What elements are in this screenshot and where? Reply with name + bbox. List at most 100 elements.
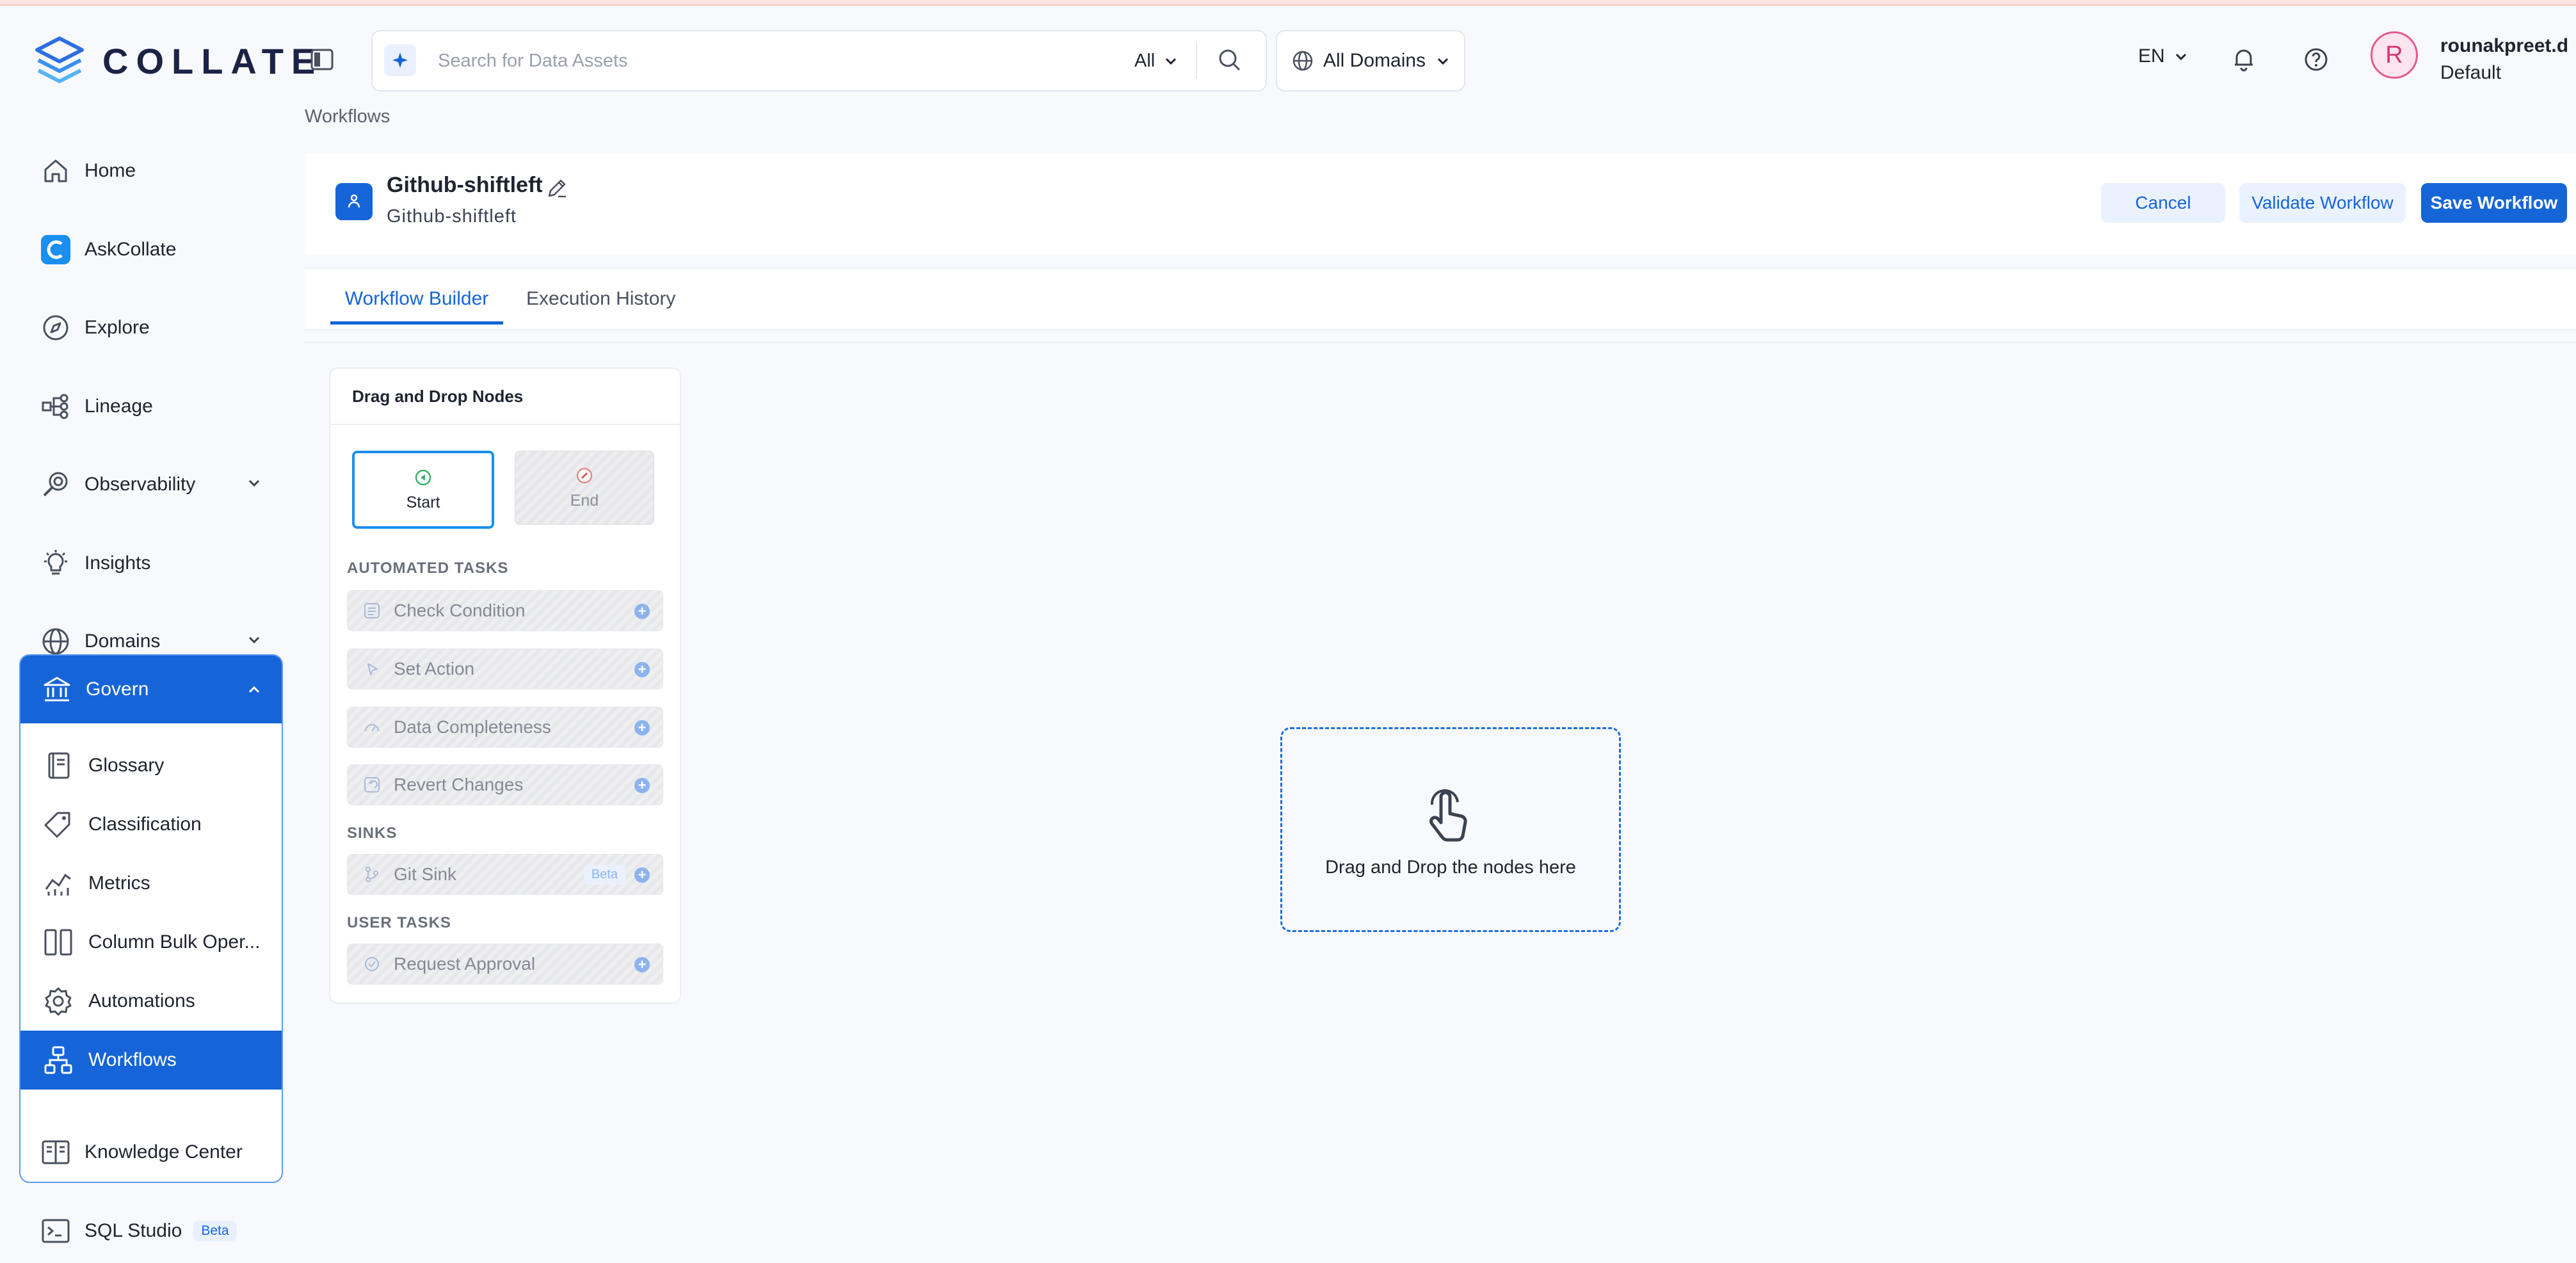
sidebar-item-govern[interactable]: Govern [20, 656, 282, 723]
tab-execution-history[interactable]: Execution History [526, 269, 675, 329]
knowledge-book-icon [37, 1134, 74, 1171]
ai-sparkle-icon[interactable] [384, 44, 416, 76]
add-plus-icon[interactable]: + [634, 604, 650, 619]
language-label: EN [2138, 45, 2165, 67]
edit-pencil-icon[interactable] [545, 177, 568, 200]
sidebar-item-home[interactable]: Home [19, 139, 282, 203]
drop-zone[interactable]: Drag and Drop the nodes here [1280, 727, 1621, 932]
start-node-label: Start [406, 493, 440, 511]
sidebar-item-knowledge-center[interactable]: Knowledge Center [19, 1120, 282, 1184]
avatar-initial: R [2385, 41, 2403, 68]
chevron-down-icon [2175, 53, 2186, 61]
metrics-chart-icon [40, 865, 77, 902]
domains-label: All Domains [1323, 50, 1426, 71]
task-check-condition[interactable]: Check Condition + [347, 590, 663, 631]
observability-icon [37, 466, 74, 503]
sidebar-item-label: Knowledge Center [85, 1141, 243, 1162]
chevron-down-icon [1438, 58, 1449, 65]
sidebar-item-label: Metrics [88, 873, 150, 894]
compass-icon [37, 309, 74, 346]
workflow-icon [40, 1042, 77, 1079]
help-icon[interactable] [2303, 47, 2329, 72]
sidebar-item-glossary[interactable]: Glossary [20, 736, 282, 795]
sidebar-item-column-bulk-operations[interactable]: Column Bulk Oper... [20, 913, 282, 972]
task-revert-changes[interactable]: Revert Changes + [347, 764, 663, 805]
user-avatar[interactable]: R [2371, 31, 2418, 79]
sidebar-item-label: Glossary [88, 755, 165, 776]
add-plus-icon[interactable]: + [634, 957, 650, 972]
section-title-user-tasks: USER TASKS [347, 914, 451, 931]
search-filter-dropdown[interactable]: All [1134, 43, 1179, 79]
palette-divider [330, 424, 680, 425]
task-label: Check Condition [394, 600, 526, 620]
task-label: Request Approval [394, 954, 536, 974]
top-header: COLLATE All All Domains EN R rounakpreet… [0, 6, 2576, 102]
add-plus-icon[interactable]: + [634, 778, 650, 793]
chevron-down-icon [246, 474, 262, 491]
sidebar-item-label: Observability [85, 474, 196, 495]
sidebar-item-insights[interactable]: Insights [19, 531, 282, 595]
globe-icon [1292, 51, 1313, 71]
sidebar-item-metrics[interactable]: Metrics [20, 854, 282, 913]
section-title-sinks: SINKS [347, 825, 398, 842]
sidebar-item-sql-studio[interactable]: SQL Studio Beta [19, 1199, 282, 1263]
sidebar-item-label: Explore [85, 317, 150, 338]
user-name[interactable]: rounakpreet.d [2440, 35, 2568, 57]
sidebar-item-label: Domains [85, 631, 161, 652]
sidebar-item-lineage[interactable]: Lineage [19, 374, 282, 438]
sidebar-item-workflows[interactable]: Workflows [20, 1031, 282, 1090]
task-request-approval[interactable]: Request Approval + [347, 944, 663, 985]
start-node[interactable]: Start [352, 451, 494, 529]
chevron-up-icon [246, 681, 262, 698]
search-input[interactable] [437, 42, 1079, 80]
sidebar-item-automations[interactable]: Automations [20, 972, 282, 1031]
sidebar-toggle-icon[interactable] [309, 45, 337, 74]
sidebar-item-label: Automations [88, 990, 195, 1011]
sidebar-item-label: Govern [86, 679, 149, 700]
git-branch-icon [360, 863, 383, 886]
sidebar-item-label: Column Bulk Oper... [88, 931, 261, 953]
task-label: Set Action [394, 659, 475, 679]
askcollate-icon [37, 231, 74, 268]
terminal-icon [37, 1212, 74, 1250]
section-title-automated: AUTOMATED TASKS [347, 559, 509, 577]
hand-pointer-icon [1415, 785, 1479, 849]
domains-dropdown[interactable]: All Domains [1276, 30, 1465, 92]
lightbulb-icon [37, 545, 74, 582]
notification-bell-icon[interactable] [2230, 45, 2257, 72]
node-palette: Drag and Drop Nodes Start End AUTOMATED … [329, 367, 681, 1004]
checklist-icon [360, 599, 383, 622]
search-icon[interactable] [1216, 47, 1243, 74]
collate-logo-icon [35, 36, 84, 83]
sidebar-item-askcollate[interactable]: AskCollate [19, 218, 282, 282]
end-node[interactable]: End [515, 451, 654, 525]
save-workflow-button[interactable]: Save Workflow [2421, 183, 2567, 223]
revert-icon [360, 773, 383, 796]
sidebar-item-label: Insights [85, 552, 151, 574]
task-data-completeness[interactable]: Data Completeness + [347, 707, 663, 748]
page-title: Github-shiftleft [387, 173, 543, 197]
sidebar-item-explore[interactable]: Explore [19, 296, 282, 360]
task-set-action[interactable]: Set Action + [347, 648, 663, 689]
tab-bar: Workflow Builder Execution History [305, 268, 2576, 330]
app-logo[interactable]: COLLATE [33, 30, 323, 92]
language-selector[interactable]: EN [2138, 45, 2189, 67]
book-icon [40, 747, 77, 784]
sidebar-item-label: Workflows [88, 1049, 177, 1070]
add-plus-icon[interactable]: + [634, 720, 650, 736]
end-node-icon [576, 467, 593, 483]
tab-workflow-builder[interactable]: Workflow Builder [330, 269, 503, 329]
add-plus-icon[interactable]: + [634, 662, 650, 677]
task-git-sink[interactable]: Git Sink Beta + [347, 854, 663, 895]
breadcrumb[interactable]: Workflows [305, 106, 390, 127]
logo-text: COLLATE [102, 40, 323, 81]
sidebar-item-classification[interactable]: Classification [20, 795, 282, 854]
validate-workflow-button[interactable]: Validate Workflow [2239, 183, 2406, 223]
columns-icon [40, 924, 77, 961]
global-search: All [371, 30, 1267, 92]
cancel-button[interactable]: Cancel [2101, 183, 2225, 223]
sidebar-item-observability[interactable]: Observability [19, 453, 282, 517]
workflow-subtitle: Github-shiftleft [387, 206, 517, 227]
task-label: Git Sink [394, 864, 457, 884]
add-plus-icon[interactable]: + [634, 867, 650, 883]
